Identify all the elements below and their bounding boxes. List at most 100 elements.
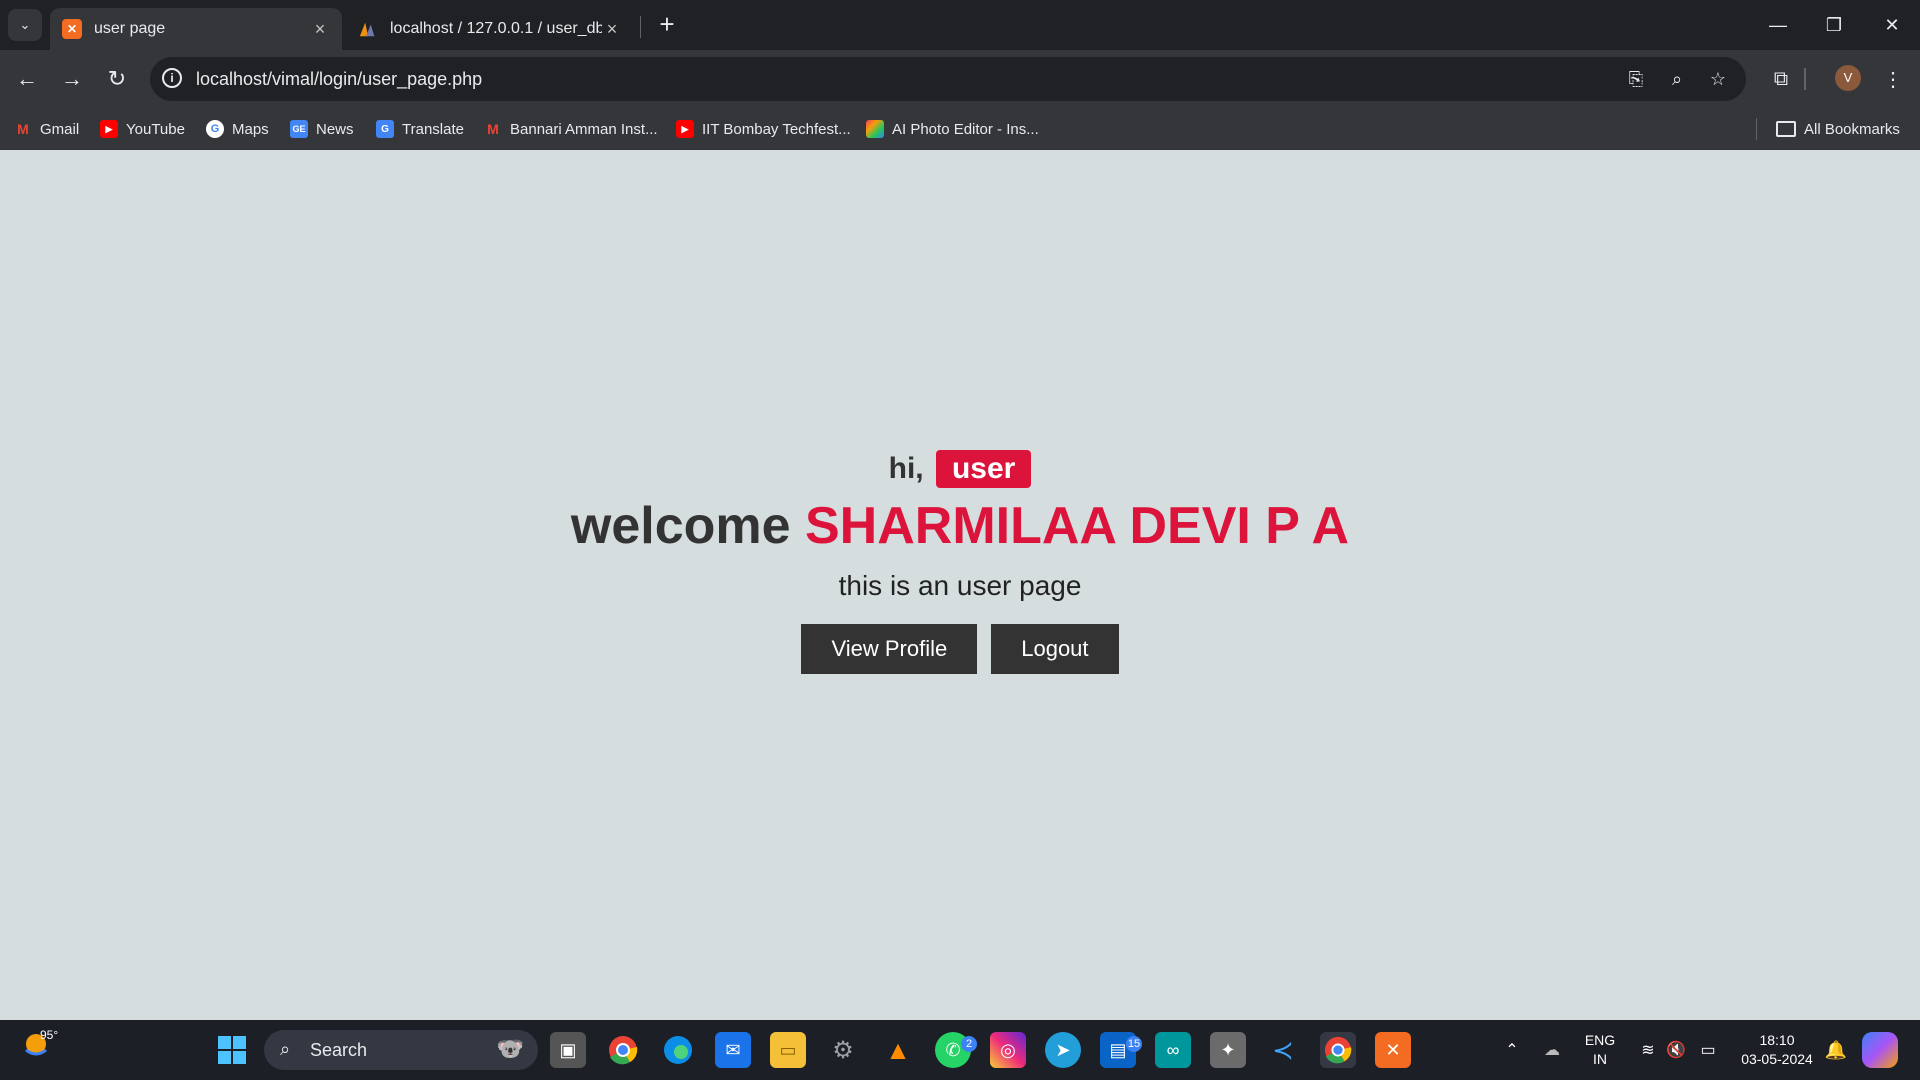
chrome-icon[interactable] xyxy=(605,1032,641,1068)
xampp-favicon-icon: ✕ xyxy=(62,19,82,39)
close-tab-icon[interactable]: × xyxy=(310,19,330,40)
bookmark-maps[interactable]: G Maps xyxy=(206,116,269,142)
arduino-icon[interactable]: ∞ xyxy=(1155,1032,1191,1068)
volume-muted-icon[interactable]: 🔇 xyxy=(1658,1032,1694,1068)
toolbar-divider xyxy=(1804,68,1806,90)
weather-temp: 95° xyxy=(40,1028,59,1042)
welcome-container: hi, user welcome SHARMILAA DEVI P A this… xyxy=(0,450,1920,674)
tab-user-page[interactable]: ✕ user page × xyxy=(50,8,342,50)
language-code: ENG xyxy=(1584,1032,1616,1048)
user-type-badge: user xyxy=(935,450,1032,488)
whatsapp-icon[interactable]: ✆ 2 xyxy=(935,1032,977,1068)
windows-start-icon[interactable] xyxy=(214,1032,250,1068)
mail-icon[interactable]: ✉ xyxy=(715,1032,751,1068)
bookmark-label: AI Photo Editor - Ins... xyxy=(892,120,1039,138)
show-hidden-icons[interactable]: ⌃ xyxy=(1494,1032,1530,1068)
menu-kebab-icon[interactable]: ⋮ xyxy=(1876,62,1910,96)
bookmark-star-icon[interactable]: ☆ xyxy=(1706,67,1730,91)
vlc-icon[interactable]: ▲ xyxy=(880,1032,916,1068)
tab-search-button[interactable]: ⌄ xyxy=(8,9,42,41)
zoom-icon[interactable]: ⌕ xyxy=(1665,67,1689,91)
youtube-icon: ▶ xyxy=(676,120,694,138)
reload-button[interactable]: ↻ xyxy=(100,62,134,96)
minimize-button[interactable]: — xyxy=(1750,0,1806,50)
edge-icon[interactable] xyxy=(660,1032,696,1068)
onedrive-icon[interactable]: ☁ xyxy=(1534,1032,1570,1068)
taskbar-search[interactable]: ⌕ Search 🐨 xyxy=(264,1030,538,1070)
bookmark-ai-photo-editor[interactable]: AI Photo Editor - Ins... xyxy=(866,116,1039,142)
bookmark-label: News xyxy=(316,120,354,138)
search-icon: ⌕ xyxy=(280,1039,291,1059)
profile-avatar[interactable]: V xyxy=(1835,65,1861,91)
bookmark-bannari[interactable]: M Bannari Amman Inst... xyxy=(484,116,657,142)
tab-title: localhost / 127.0.0.1 / user_db / xyxy=(390,20,602,37)
greeting-prefix: hi, xyxy=(888,452,924,485)
outlook-badge: 15 xyxy=(1126,1036,1142,1052)
all-bookmarks-button[interactable]: All Bookmarks xyxy=(1776,116,1900,142)
site-info-icon[interactable]: i xyxy=(162,68,182,88)
game-app-icon[interactable]: ✦ xyxy=(1210,1032,1246,1068)
page-subtitle: this is an user page xyxy=(838,570,1082,601)
user-name: SHARMILAA DEVI P A xyxy=(804,497,1350,555)
whatsapp-badge: 2 xyxy=(961,1036,977,1052)
region-code: IN xyxy=(1593,1051,1607,1067)
weather-widget[interactable]: 95° xyxy=(22,1028,66,1072)
chevron-down-icon: ⌄ xyxy=(19,17,31,32)
telegram-icon[interactable]: ➤ xyxy=(1045,1032,1081,1068)
web-page: hi, user welcome SHARMILAA DEVI P A this… xyxy=(0,150,1920,1020)
tab-title: user page xyxy=(94,20,166,37)
copilot-icon[interactable] xyxy=(1862,1032,1898,1068)
bookmark-iit-techfest[interactable]: ▶ IIT Bombay Techfest... xyxy=(676,116,851,142)
address-bar[interactable]: i localhost/vimal/login/user_page.php ⎘ … xyxy=(150,57,1746,101)
restore-button[interactable]: ❐ xyxy=(1806,0,1862,50)
language-indicator[interactable]: ENG IN xyxy=(1580,1031,1620,1069)
clock-date: 03-05-2024 xyxy=(1741,1051,1813,1067)
tab-phpmyadmin[interactable]: localhost / 127.0.0.1 / user_db / × xyxy=(346,8,634,50)
forward-button[interactable]: → xyxy=(55,62,89,96)
chrome-active-icon[interactable] xyxy=(1320,1032,1356,1068)
bookmark-label: Gmail xyxy=(40,120,80,138)
google-icon: G xyxy=(206,120,224,138)
battery-icon[interactable]: ▭ xyxy=(1690,1032,1726,1068)
close-tab-icon[interactable]: × xyxy=(602,19,622,40)
bookmark-news[interactable]: GE News xyxy=(290,116,354,142)
windows-taskbar: 95° ⌕ Search 🐨 ▣ ✉ ▭ ⚙ ▲ ✆ 2 ◎ ➤ ▤ 15 ∞ ✦ … xyxy=(0,1020,1920,1080)
extensions-icon[interactable]: ⧉ xyxy=(1764,62,1798,96)
phpmyadmin-favicon-icon xyxy=(358,19,378,39)
outlook-icon[interactable]: ▤ 15 xyxy=(1100,1032,1142,1068)
xampp-icon[interactable]: ✕ xyxy=(1375,1032,1411,1068)
bookmark-translate[interactable]: G Translate xyxy=(376,116,464,142)
search-highlight-icon: 🐨 xyxy=(496,1036,524,1061)
folder-icon xyxy=(1776,121,1796,137)
google-translate-icon: G xyxy=(376,120,394,138)
tab-bar: ⌄ ✕ user page × localhost / 127.0.0.1 / … xyxy=(0,0,1920,50)
settings-gear-icon[interactable]: ⚙ xyxy=(825,1032,861,1068)
url-text[interactable]: localhost/vimal/login/user_page.php xyxy=(196,69,482,90)
gmail-icon: M xyxy=(17,121,29,137)
close-window-button[interactable]: ✕ xyxy=(1864,0,1920,50)
browser-toolbar: ← → ↻ i localhost/vimal/login/user_page.… xyxy=(0,50,1920,108)
back-button[interactable]: ← xyxy=(10,62,44,96)
welcome-heading: welcome SHARMILAA DEVI P A xyxy=(0,496,1920,556)
view-profile-button[interactable]: View Profile xyxy=(801,624,978,674)
logout-button[interactable]: Logout xyxy=(991,624,1119,674)
tab-divider xyxy=(640,16,641,38)
clock[interactable]: 18:10 03-05-2024 xyxy=(1732,1031,1822,1069)
instagram-icon[interactable]: ◎ xyxy=(990,1032,1026,1068)
welcome-prefix: welcome xyxy=(570,497,791,555)
photo-editor-icon xyxy=(866,120,884,138)
translate-icon[interactable]: ⎘ xyxy=(1624,67,1648,91)
file-explorer-icon[interactable]: ▭ xyxy=(770,1032,806,1068)
bookmarks-bar: M Gmail ▶ YouTube G Maps GE News G Trans… xyxy=(0,108,1920,150)
bookmark-label: Translate xyxy=(402,120,464,138)
task-view-icon[interactable]: ▣ xyxy=(550,1032,586,1068)
new-tab-button[interactable]: + xyxy=(652,10,682,40)
bookmarks-divider xyxy=(1756,118,1757,140)
bookmark-youtube[interactable]: ▶ YouTube xyxy=(100,116,185,142)
vscode-icon[interactable]: ≺ xyxy=(1265,1032,1301,1068)
bookmark-gmail[interactable]: M Gmail xyxy=(14,116,79,142)
all-bookmarks-label: All Bookmarks xyxy=(1804,120,1900,138)
greeting: hi, user xyxy=(0,450,1920,488)
google-news-icon: GE xyxy=(290,120,308,138)
notification-bell-icon[interactable]: 🔔 xyxy=(1818,1032,1854,1068)
